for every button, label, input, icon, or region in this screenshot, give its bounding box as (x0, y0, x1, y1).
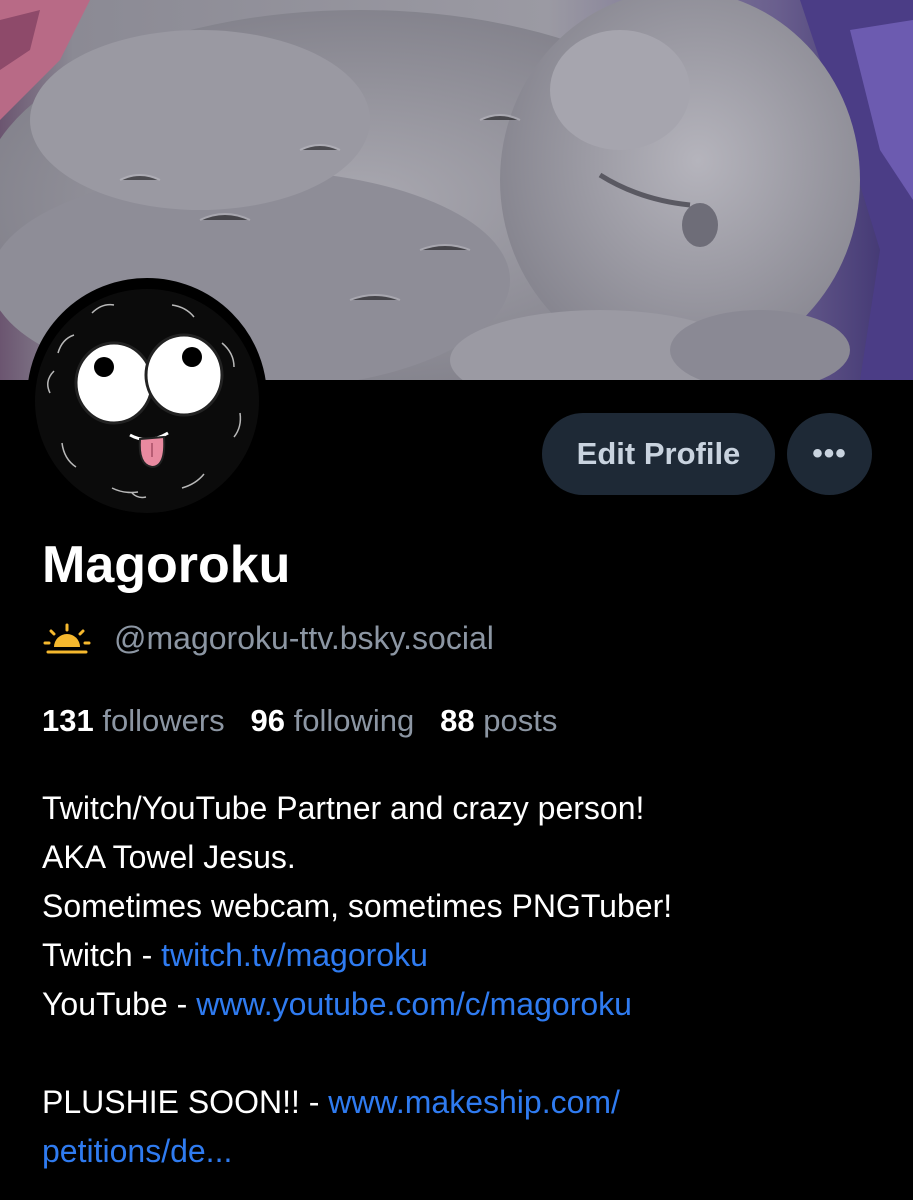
posts-label: posts (483, 703, 558, 738)
plushie-prefix: PLUSHIE SOON!! - (42, 1084, 329, 1120)
followers-label: followers (102, 703, 225, 738)
bio-youtube-line: YouTube - www.youtube.com/c/magoroku (42, 980, 882, 1029)
youtube-prefix: YouTube - (42, 986, 197, 1022)
followers-stat[interactable]: 131 followers (42, 703, 225, 738)
bio-line: Sometimes webcam, sometimes PNGTuber! (42, 888, 673, 924)
bio-twitch-line: Twitch - twitch.tv/magoroku (42, 931, 882, 980)
following-label: following (293, 703, 415, 738)
bio-plushie-line-continued: petitions/de... (42, 1127, 882, 1176)
youtube-link[interactable]: www.youtube.com/c/magoroku (196, 986, 632, 1022)
posts-stat: 88 posts (440, 703, 557, 738)
makeship-link[interactable]: www.makeship.com/ (328, 1084, 620, 1120)
handle-row: @magoroku-ttv.bsky.social (42, 620, 494, 657)
more-options-button[interactable]: ••• (787, 413, 872, 495)
ellipsis-icon: ••• (812, 437, 847, 470)
posts-count: 88 (440, 703, 475, 738)
twitch-prefix: Twitch - (42, 937, 162, 973)
twitch-link[interactable]: twitch.tv/magoroku (161, 937, 428, 973)
bio-plushie-line: PLUSHIE SOON!! - www.makeship.com/ (42, 1078, 882, 1127)
bio-line: AKA Towel Jesus. (42, 839, 296, 875)
profile-stats: 131 followers 96 following 88 posts (42, 703, 557, 739)
sun-icon (43, 623, 91, 653)
avatar[interactable] (27, 278, 267, 518)
handle-text[interactable]: @magoroku-ttv.bsky.social (114, 620, 494, 657)
edit-profile-button[interactable]: Edit Profile (542, 413, 775, 495)
makeship-link-continued[interactable]: petitions/de... (42, 1133, 232, 1169)
bio-line: Twitch/YouTube Partner and crazy person! (42, 790, 645, 826)
following-stat[interactable]: 96 following (251, 703, 415, 738)
profile-bio: Twitch/YouTube Partner and crazy person!… (42, 784, 882, 1176)
followers-count: 131 (42, 703, 94, 738)
display-name: Magoroku (42, 536, 291, 594)
bio-spacer (42, 1029, 882, 1078)
avatar-soot-creature-image (32, 283, 262, 513)
following-count: 96 (250, 703, 286, 738)
